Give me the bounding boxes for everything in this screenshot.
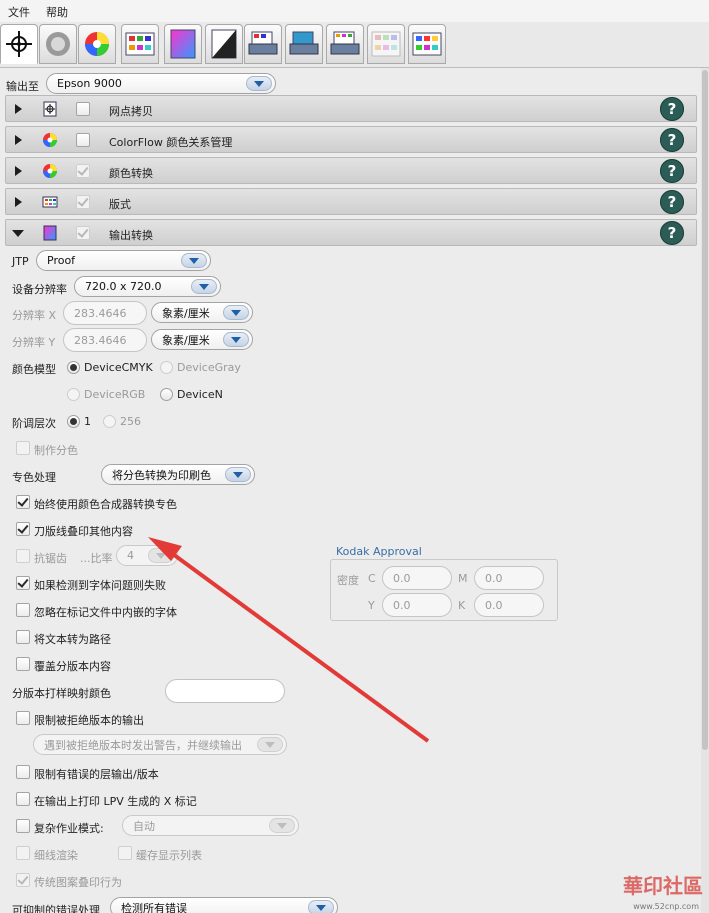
watermark-url: www.52cnp.com xyxy=(633,902,699,911)
arrow-shaft xyxy=(164,547,430,743)
watermark-logo: 華印社區 xyxy=(623,874,703,898)
scrollbar-thumb[interactable] xyxy=(702,70,708,750)
annotation-arrow xyxy=(148,537,430,743)
